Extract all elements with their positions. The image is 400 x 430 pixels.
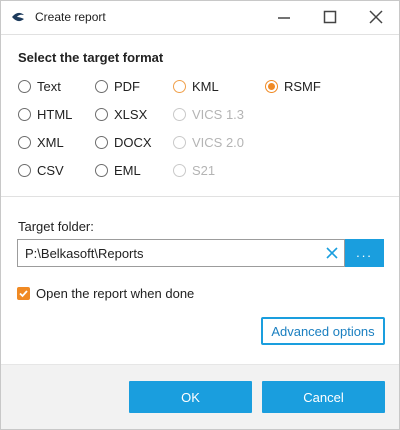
radio-icon (95, 79, 108, 93)
radio-label: HTML (37, 106, 73, 122)
maximize-button[interactable] (307, 1, 353, 33)
target-folder-input[interactable] (17, 239, 345, 267)
radio-checked-icon (265, 79, 278, 93)
radio-label: XML (37, 134, 64, 150)
target-folder-label: Target folder: (18, 219, 94, 234)
radio-icon (18, 135, 31, 149)
radio-label: VICS 2.0 (192, 134, 245, 150)
title-bar: Create report (1, 1, 399, 33)
radio-icon (18, 163, 31, 177)
radio-icon (95, 135, 108, 149)
ok-button[interactable]: OK (129, 381, 252, 413)
radio-label: S21 (192, 162, 216, 178)
radio-label: EML (114, 162, 141, 178)
radio-icon (173, 107, 186, 121)
radio-label: KML (192, 78, 219, 94)
format-radio-docx[interactable]: DOCX (95, 133, 152, 151)
radio-icon (18, 107, 31, 121)
open-when-done-checkbox[interactable]: Open the report when done (17, 286, 194, 301)
format-radio-eml[interactable]: EML (95, 161, 141, 179)
radio-icon (95, 107, 108, 121)
radio-label: Text (37, 78, 61, 94)
format-radio-csv[interactable]: CSV (18, 161, 64, 179)
section-divider (1, 196, 399, 197)
radio-label: DOCX (114, 134, 152, 150)
title-divider (1, 34, 399, 35)
format-radio-xlsx[interactable]: XLSX (95, 105, 147, 123)
open-when-done-label: Open the report when done (36, 286, 195, 301)
close-icon (369, 10, 383, 24)
maximize-icon (323, 10, 337, 24)
radio-icon (173, 79, 186, 93)
minimize-icon (278, 17, 290, 19)
format-radio-s21: S21 (173, 161, 215, 179)
format-radio-pdf[interactable]: PDF (95, 77, 140, 95)
format-radio-vics20: VICS 2.0 (173, 133, 244, 151)
radio-label: XLSX (114, 106, 148, 122)
belkasoft-logo-icon (12, 12, 24, 22)
cancel-button[interactable]: Cancel (262, 381, 385, 413)
format-radio-vics13: VICS 1.3 (173, 105, 244, 123)
window-title: Create report (35, 10, 106, 24)
radio-label: CSV (37, 162, 64, 178)
format-heading: Select the target format (18, 50, 164, 65)
browse-folder-button[interactable]: ... (345, 239, 384, 267)
format-radio-html[interactable]: HTML (18, 105, 72, 123)
format-radio-rsmf[interactable]: RSMF (265, 77, 321, 95)
clear-folder-button[interactable] (323, 244, 341, 262)
radio-icon (173, 163, 186, 177)
format-radio-xml[interactable]: XML (18, 133, 64, 151)
minimize-button[interactable] (261, 1, 307, 33)
radio-label: RSMF (284, 78, 321, 94)
checkbox-checked-icon (17, 287, 30, 300)
radio-icon (95, 163, 108, 177)
radio-label: PDF (114, 78, 140, 94)
format-radio-kml[interactable]: KML (173, 77, 219, 95)
close-button[interactable] (353, 1, 399, 33)
radio-icon (18, 79, 31, 93)
format-radio-text[interactable]: Text (18, 77, 61, 95)
advanced-options-button[interactable]: Advanced options (261, 317, 385, 345)
clear-icon (326, 247, 338, 259)
radio-icon (173, 135, 186, 149)
radio-label: VICS 1.3 (192, 106, 245, 122)
create-report-dialog: Create report Select the target format T… (0, 0, 400, 430)
